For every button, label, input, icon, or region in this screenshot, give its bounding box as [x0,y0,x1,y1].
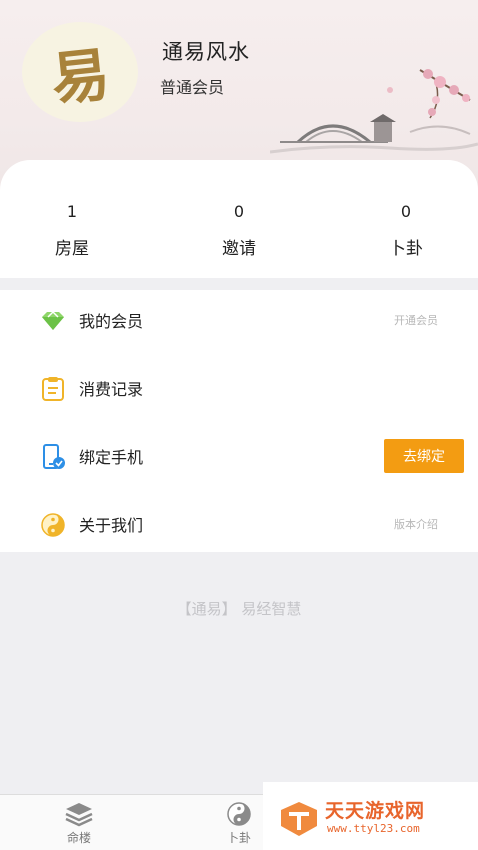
stat-divinations[interactable]: 0 卜卦 [326,160,478,259]
stats-panel: 1 房屋 0 邀请 0 卜卦 [0,160,478,278]
layers-icon [65,803,93,827]
avatar[interactable]: 易 [22,22,138,122]
stat-value: 1 [66,202,78,221]
tab-label: 命楼 [66,831,91,845]
menu-label: 消费记录 [79,380,144,399]
diamond-icon [42,310,64,330]
menu-label: 我的会员 [79,312,144,331]
app-title: 通易风水 [162,40,250,64]
menu-label: 关于我们 [79,516,144,535]
menu-label: 绑定手机 [79,448,144,467]
menu-hint: 版本介绍 [394,518,438,531]
menu-hint: 开通会员 [394,314,438,327]
stat-label: 卜卦 [389,239,423,259]
tab-house[interactable]: 命楼 [24,795,134,850]
menu-item-bind-phone[interactable]: 绑定手机 去绑定 [0,426,478,486]
watermark-logo-icon [281,802,317,836]
clipboard-icon [42,377,64,401]
stat-houses[interactable]: 1 房屋 [0,160,152,259]
app-slogan: 【通易】 易经智慧 [176,600,302,618]
bridge-scenery-illustration [270,69,478,154]
member-level: 普通会员 [160,78,225,97]
stat-label: 房屋 [55,239,89,259]
phone-icon [43,444,65,469]
stat-value: 0 [400,202,412,221]
menu-item-membership[interactable]: 我的会员 开通会员 [0,290,478,350]
menu-item-about[interactable]: 关于我们 版本介绍 [0,494,478,554]
yin-yang-icon [41,513,65,537]
settings-menu: 我的会员 开通会员 消费记录 绑定手机 去绑定 关于我们 版本介绍 [0,290,478,552]
bind-phone-button[interactable]: 去绑定 [384,439,464,473]
site-watermark: 天天游戏网 www.ttyl23.com [263,782,478,850]
stat-value: 0 [233,202,245,221]
yin-yang-icon [227,802,251,826]
stat-invites[interactable]: 0 邀请 [159,160,319,259]
avatar-logo-char: 易 [48,40,113,114]
stat-label: 邀请 [222,239,256,259]
watermark-title: 天天游戏网 [325,800,426,822]
menu-item-records[interactable]: 消费记录 [0,358,478,418]
watermark-url: www.ttyl23.com [327,822,420,835]
